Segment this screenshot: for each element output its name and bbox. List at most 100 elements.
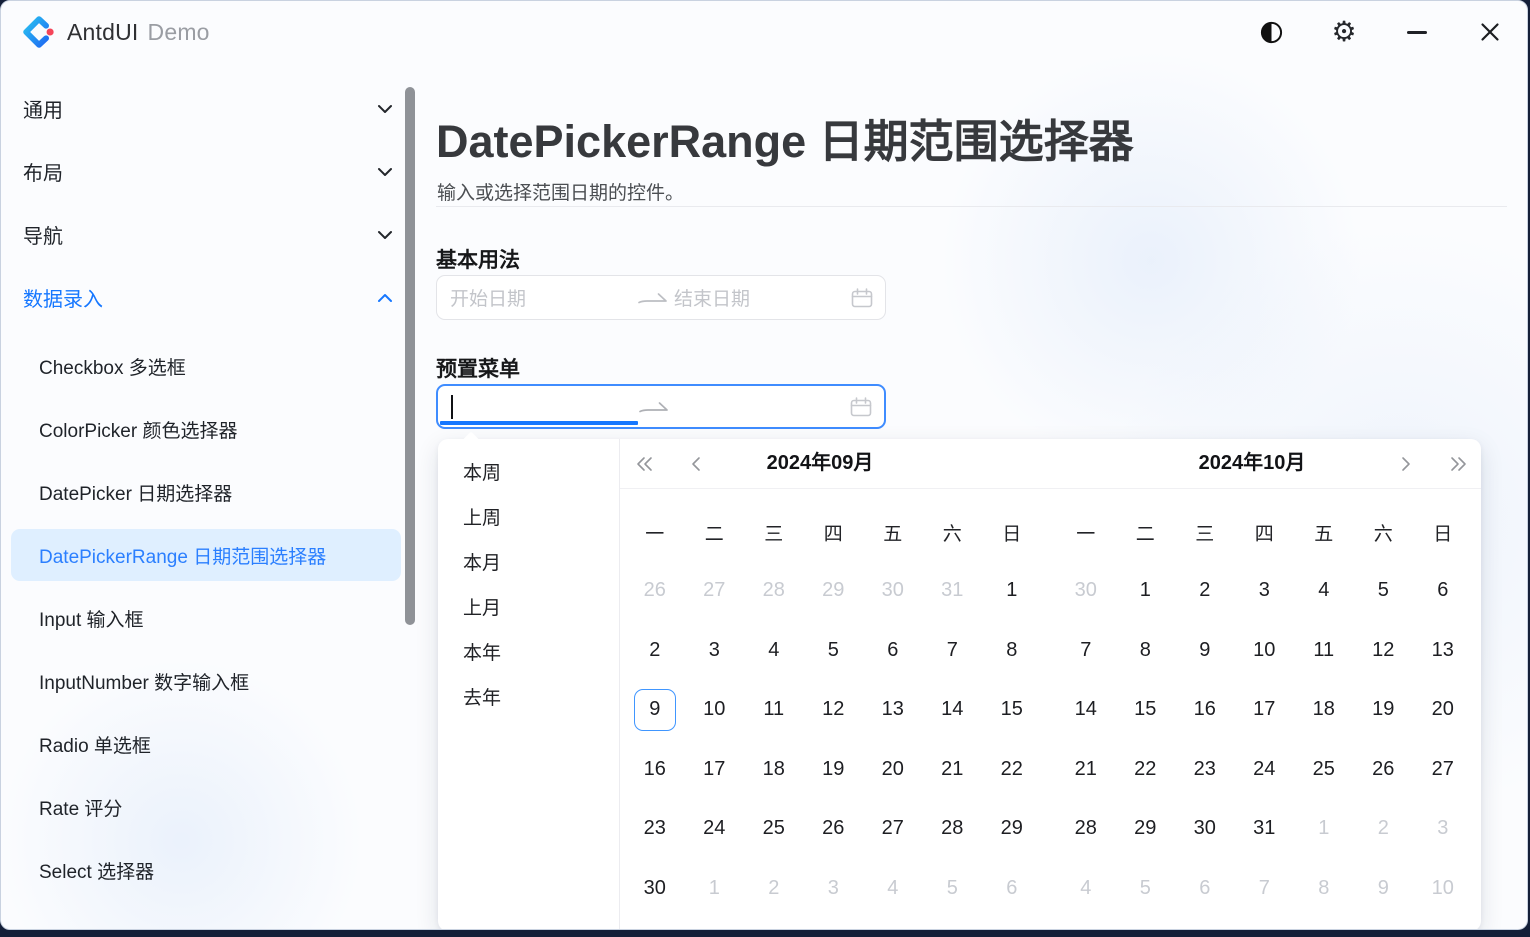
- day-cell[interactable]: 2: [1175, 561, 1235, 621]
- minimize-button[interactable]: [1401, 16, 1433, 48]
- day-cell[interactable]: 3: [1235, 561, 1295, 621]
- day-cell[interactable]: 4: [1294, 561, 1354, 621]
- sidebar-item-4[interactable]: Input 输入框: [11, 592, 401, 644]
- day-cell[interactable]: 12: [804, 680, 864, 740]
- day-cell[interactable]: 10: [1235, 621, 1295, 681]
- day-cell[interactable]: 15: [982, 680, 1042, 740]
- sidebar-item-6[interactable]: Radio 单选框: [11, 718, 401, 770]
- day-cell[interactable]: 5: [923, 859, 983, 919]
- day-cell[interactable]: 4: [863, 859, 923, 919]
- sidebar-item-5[interactable]: InputNumber 数字输入框: [11, 655, 401, 707]
- day-cell[interactable]: 9: [1354, 859, 1414, 919]
- day-cell[interactable]: 7: [1235, 859, 1295, 919]
- day-cell[interactable]: 3: [804, 859, 864, 919]
- day-cell[interactable]: 1: [685, 859, 745, 919]
- sidebar-group-1[interactable]: 布局: [1, 140, 421, 203]
- day-cell[interactable]: 30: [625, 859, 685, 919]
- day-cell[interactable]: 12: [1354, 621, 1414, 681]
- sidebar-item-1[interactable]: ColorPicker 颜色选择器: [11, 403, 401, 455]
- day-cell[interactable]: 22: [982, 740, 1042, 800]
- preset-item-3[interactable]: 上月: [438, 584, 619, 629]
- day-cell[interactable]: 4: [1056, 859, 1116, 919]
- day-cell[interactable]: 27: [1413, 740, 1473, 800]
- preset-item-2[interactable]: 本月: [438, 539, 619, 584]
- day-cell[interactable]: 31: [1235, 799, 1295, 859]
- day-cell[interactable]: 25: [744, 799, 804, 859]
- day-cell[interactable]: 24: [685, 799, 745, 859]
- day-cell[interactable]: 19: [1354, 680, 1414, 740]
- day-cell[interactable]: 11: [1294, 621, 1354, 681]
- day-cell[interactable]: 17: [1235, 680, 1295, 740]
- day-cell[interactable]: 20: [1413, 680, 1473, 740]
- settings-button[interactable]: ⚙: [1328, 16, 1360, 48]
- day-cell[interactable]: 29: [804, 561, 864, 621]
- day-cell[interactable]: 29: [1116, 799, 1176, 859]
- day-cell[interactable]: 7: [1056, 621, 1116, 681]
- day-cell[interactable]: 21: [923, 740, 983, 800]
- day-cell[interactable]: 17: [685, 740, 745, 800]
- day-cell[interactable]: 6: [1413, 561, 1473, 621]
- day-cell[interactable]: 3: [1413, 799, 1473, 859]
- day-cell[interactable]: 1: [982, 561, 1042, 621]
- preset-item-4[interactable]: 本年: [438, 629, 619, 674]
- sidebar-item-2[interactable]: DatePicker 日期选择器: [11, 466, 401, 518]
- day-cell[interactable]: 23: [625, 799, 685, 859]
- day-cell[interactable]: 28: [923, 799, 983, 859]
- day-cell[interactable]: 26: [804, 799, 864, 859]
- day-cell[interactable]: 14: [1056, 680, 1116, 740]
- day-cell[interactable]: 22: [1116, 740, 1176, 800]
- sidebar-item-0[interactable]: Checkbox 多选框: [11, 340, 401, 392]
- day-cell[interactable]: 18: [1294, 680, 1354, 740]
- sidebar-group-0[interactable]: 通用: [1, 77, 421, 140]
- day-cell[interactable]: 5: [804, 621, 864, 681]
- sidebar-item-7[interactable]: Rate 评分: [11, 781, 401, 833]
- day-cell[interactable]: 13: [863, 680, 923, 740]
- day-cell[interactable]: 4: [744, 621, 804, 681]
- day-cell[interactable]: 16: [1175, 680, 1235, 740]
- day-cell[interactable]: 23: [1175, 740, 1235, 800]
- preset-item-5[interactable]: 去年: [438, 674, 619, 719]
- day-cell[interactable]: 27: [863, 799, 923, 859]
- day-cell[interactable]: 9: [1175, 621, 1235, 681]
- day-cell[interactable]: 11: [744, 680, 804, 740]
- day-cell[interactable]: 1: [1294, 799, 1354, 859]
- day-cell[interactable]: 28: [744, 561, 804, 621]
- day-cell[interactable]: 25: [1294, 740, 1354, 800]
- day-cell[interactable]: 30: [1175, 799, 1235, 859]
- day-cell[interactable]: 15: [1116, 680, 1176, 740]
- day-cell[interactable]: 14: [923, 680, 983, 740]
- end-date-placeholder[interactable]: 结束日期: [674, 276, 750, 319]
- day-cell[interactable]: 27: [685, 561, 745, 621]
- day-cell[interactable]: 18: [744, 740, 804, 800]
- day-cell[interactable]: 30: [863, 561, 923, 621]
- day-cell[interactable]: 6: [1175, 859, 1235, 919]
- day-cell[interactable]: 26: [1354, 740, 1414, 800]
- day-cell[interactable]: 3: [685, 621, 745, 681]
- day-cell[interactable]: 30: [1056, 561, 1116, 621]
- day-cell[interactable]: 13: [1413, 621, 1473, 681]
- day-cell[interactable]: 7: [923, 621, 983, 681]
- sidebar-scrollbar-thumb[interactable]: [405, 87, 415, 625]
- day-cell[interactable]: 2: [625, 621, 685, 681]
- day-cell[interactable]: 10: [1413, 859, 1473, 919]
- sidebar-item-3[interactable]: DatePickerRange 日期范围选择器: [11, 529, 401, 581]
- day-cell[interactable]: 5: [1354, 561, 1414, 621]
- sidebar-group-2[interactable]: 导航: [1, 203, 421, 266]
- day-cell[interactable]: 31: [923, 561, 983, 621]
- day-cell[interactable]: 21: [1056, 740, 1116, 800]
- date-range-input-basic[interactable]: 开始日期 结束日期: [436, 275, 886, 320]
- day-cell[interactable]: 19: [804, 740, 864, 800]
- sidebar-item-9[interactable]: SelectMultiple 多选选择器: [11, 907, 401, 922]
- day-cell[interactable]: 6: [863, 621, 923, 681]
- day-cell[interactable]: 6: [982, 859, 1042, 919]
- close-button[interactable]: [1474, 16, 1506, 48]
- day-cell[interactable]: 10: [685, 680, 745, 740]
- day-cell[interactable]: 2: [1354, 799, 1414, 859]
- preset-item-0[interactable]: 本周: [438, 449, 619, 494]
- day-cell[interactable]: 28: [1056, 799, 1116, 859]
- sidebar-item-8[interactable]: Select 选择器: [11, 844, 401, 896]
- date-range-input-presets[interactable]: [436, 384, 886, 429]
- day-cell[interactable]: 2: [744, 859, 804, 919]
- day-cell[interactable]: 5: [1116, 859, 1176, 919]
- sidebar-scrollbar[interactable]: [404, 77, 416, 923]
